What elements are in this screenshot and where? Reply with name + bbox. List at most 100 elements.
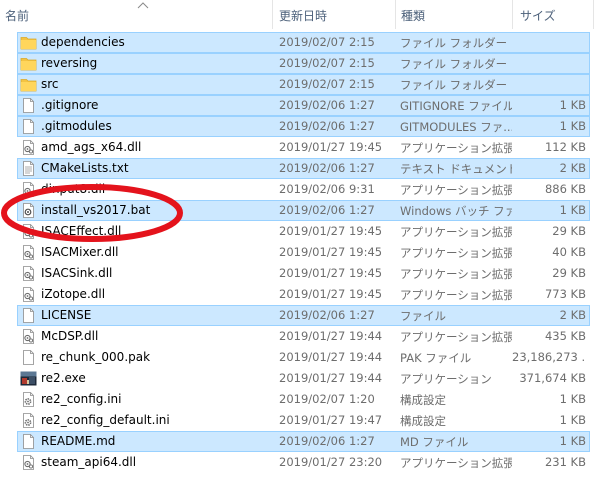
file-row[interactable]: McDSP.dll 2019/01/27 19:44 アプリケーション拡張 435 K… (0, 326, 611, 347)
file-size: 1 KB (559, 392, 586, 406)
file-row[interactable]: dependencies 2019/02/07 2:15 ファイル フォルダー (0, 32, 611, 53)
file-name: LICENSE (41, 308, 92, 322)
file-type: GITIGNORE ファイル (400, 99, 512, 113)
file-name: re2.exe (41, 371, 86, 385)
file-modified-date: 2019/02/06 1:27 (279, 161, 375, 175)
file-type: PAK ファイル (400, 351, 472, 365)
file-row[interactable]: amd_ags_x64.dll 2019/01/27 19:45 アプリケーション拡… (0, 137, 611, 158)
file-modified-date: 2019/02/06 1:27 (279, 119, 375, 133)
file-row[interactable]: steam_api64.dll 2019/01/27 23:20 アプリケーション拡… (0, 452, 611, 473)
file-row[interactable]: re2_config.ini 2019/02/07 1:20 構成設定 1 KB (0, 389, 611, 410)
column-header-size[interactable]: サイズ (520, 0, 590, 29)
file-row[interactable]: re2.exe 2019/01/27 19:44 アプリケーション 371,674 K… (0, 368, 611, 389)
file-modified-date: 2019/01/27 19:45 (279, 140, 383, 154)
file-size: 231 KB (544, 455, 586, 469)
file-modified-date: 2019/01/27 19:45 (279, 266, 383, 280)
file-size: 112 KB (544, 140, 586, 154)
file-row[interactable]: ISACMixer.dll 2019/01/27 19:45 アプリケーション拡張 4… (0, 242, 611, 263)
file-modified-date: 2019/01/27 19:47 (279, 413, 383, 427)
file-row[interactable]: install_vs2017.bat 2019/02/06 1:27 Windows… (0, 200, 611, 221)
file-name: dinput8.dll (41, 182, 106, 196)
file-row[interactable]: README.md 2019/02/06 1:27 MD ファイル 1 KB (0, 431, 611, 452)
file-type: アプリケーション (400, 372, 492, 386)
file-size: 1 KB (559, 98, 586, 112)
folder-icon (20, 34, 37, 51)
file-type: アプリケーション拡張 (400, 225, 512, 239)
file-modified-date: 2019/02/06 9:31 (279, 182, 375, 196)
file-name: reversing (41, 56, 98, 70)
file-name: src (41, 77, 59, 91)
file-modified-date: 2019/01/27 19:45 (279, 224, 383, 238)
file-size: 29 KB (552, 266, 586, 280)
file-size: 1 KB (559, 119, 586, 133)
file-modified-date: 2019/02/06 1:27 (279, 308, 375, 322)
file-size: 29 KB (552, 224, 586, 238)
folder-icon (20, 55, 37, 72)
file-name: .gitmodules (41, 119, 112, 133)
file-row[interactable]: src 2019/02/07 2:15 ファイル フォルダー (0, 74, 611, 95)
file-name: steam_api64.dll (41, 455, 137, 469)
column-divider[interactable] (593, 0, 594, 29)
blank-file-icon (20, 118, 37, 135)
file-type: ファイル フォルダー (400, 78, 508, 92)
file-row[interactable]: reversing 2019/02/07 2:15 ファイル フォルダー (0, 53, 611, 74)
config-file-icon (20, 391, 37, 408)
column-header-bar: 名前 更新日時 種類 サイズ (0, 0, 611, 29)
folder-icon (20, 76, 37, 93)
file-type: アプリケーション拡張 (400, 456, 512, 470)
file-type: テキスト ドキュメント (400, 162, 512, 176)
file-name: README.md (41, 434, 116, 448)
file-modified-date: 2019/02/06 1:27 (279, 98, 375, 112)
file-size: 886 KB (544, 182, 586, 196)
file-modified-date: 2019/01/27 19:44 (279, 329, 383, 343)
file-row[interactable]: ISACSink.dll 2019/01/27 19:45 アプリケーション拡張 29… (0, 263, 611, 284)
file-type: ファイル フォルダー (400, 57, 508, 71)
file-name: ISACEffect.dll (41, 224, 122, 238)
column-divider[interactable] (395, 0, 396, 29)
file-row[interactable]: iZotope.dll 2019/01/27 19:45 アプリケーション拡張 773… (0, 284, 611, 305)
file-type: ファイル (400, 309, 446, 323)
file-name: McDSP.dll (41, 329, 99, 343)
file-size: 23,186,273 ... (512, 350, 586, 364)
file-modified-date: 2019/02/06 1:27 (279, 434, 375, 448)
file-size: 1 KB (559, 203, 586, 217)
file-type: アプリケーション拡張 (400, 330, 512, 344)
file-row[interactable]: LICENSE 2019/02/06 1:27 ファイル 2 KB (0, 305, 611, 326)
file-row[interactable]: re2_config_default.ini 2019/01/27 19:47 構成… (0, 410, 611, 431)
blank-file-icon (20, 349, 37, 366)
column-header-date[interactable]: 更新日時 (279, 0, 395, 29)
file-modified-date: 2019/01/27 19:45 (279, 245, 383, 259)
file-row[interactable]: ISACEffect.dll 2019/01/27 19:45 アプリケーション拡張… (0, 221, 611, 242)
file-size: 2 KB (559, 161, 586, 175)
file-row[interactable]: .gitignore 2019/02/06 1:27 GITIGNORE ファイル 1… (0, 95, 611, 116)
column-divider[interactable] (272, 0, 273, 29)
file-name: CMakeLists.txt (41, 161, 129, 175)
file-name: re2_config_default.ini (41, 413, 170, 427)
column-header-name[interactable]: 名前 (5, 0, 271, 29)
dll-file-icon (20, 139, 37, 156)
file-modified-date: 2019/02/07 2:15 (279, 35, 375, 49)
column-header-type[interactable]: 種類 (401, 0, 511, 29)
file-name: install_vs2017.bat (41, 203, 151, 217)
dll-file-icon (20, 286, 37, 303)
file-modified-date: 2019/02/06 1:27 (279, 203, 375, 217)
batch-file-icon (20, 202, 37, 219)
column-divider[interactable] (512, 0, 513, 29)
file-size: 40 KB (552, 245, 586, 259)
dll-file-icon (20, 244, 37, 261)
file-size: 1 KB (559, 434, 586, 448)
file-row[interactable]: CMakeLists.txt 2019/02/06 1:27 テキスト ドキュメント… (0, 158, 611, 179)
file-name: dependencies (41, 35, 125, 49)
file-type: 構成設定 (400, 414, 446, 428)
text-file-icon (20, 160, 37, 177)
file-row[interactable]: .gitmodules 2019/02/06 1:27 GITMODULES ファ.… (0, 116, 611, 137)
file-modified-date: 2019/01/27 19:44 (279, 350, 383, 364)
file-type: アプリケーション拡張 (400, 183, 512, 197)
file-row[interactable]: re_chunk_000.pak 2019/01/27 19:44 PAK ファイル… (0, 347, 611, 368)
config-file-icon (20, 412, 37, 429)
file-name: amd_ags_x64.dll (41, 140, 142, 154)
file-row[interactable]: dinput8.dll 2019/02/06 9:31 アプリケーション拡張 886 … (0, 179, 611, 200)
file-type: MD ファイル (400, 435, 469, 449)
file-type: Windows バッチ ファ... (400, 204, 512, 218)
file-modified-date: 2019/02/07 1:20 (279, 392, 375, 406)
